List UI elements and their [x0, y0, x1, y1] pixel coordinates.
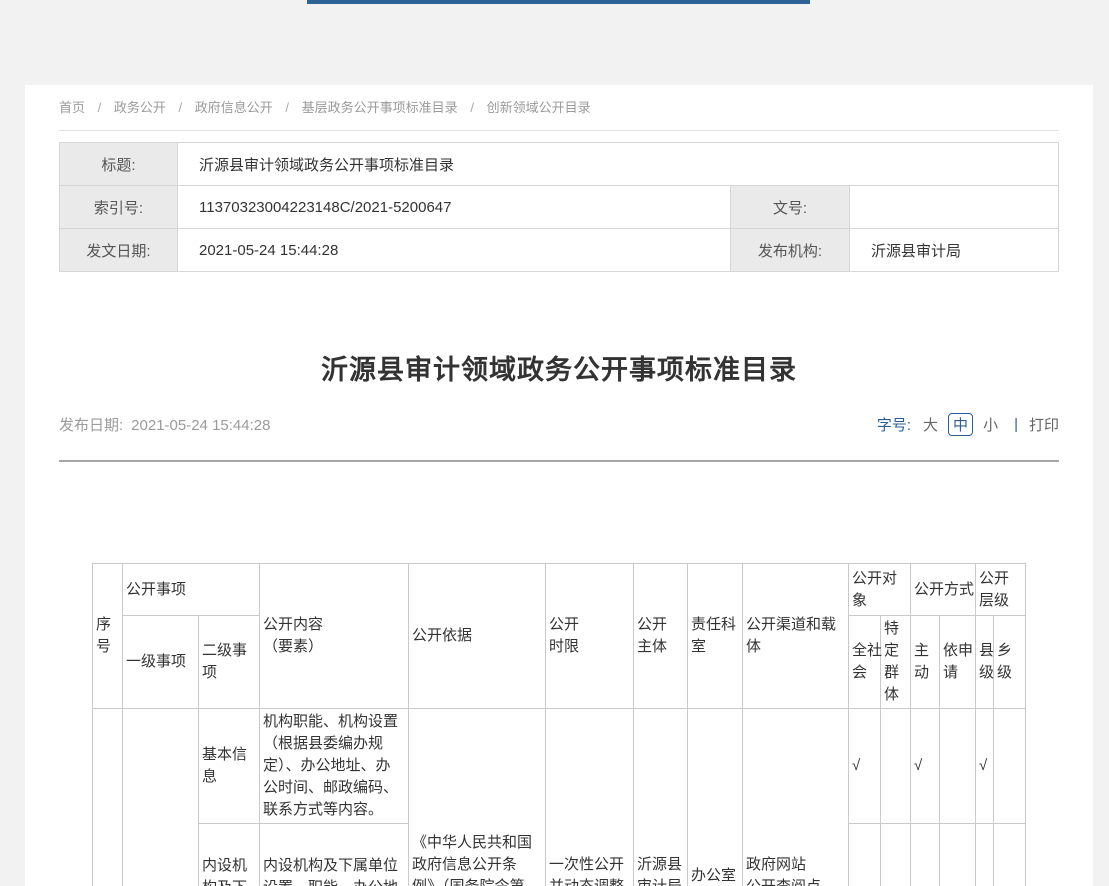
meta-docnum-value	[850, 186, 1059, 229]
table-header-row-1: 序 号 公开事项 公开内容 （要素） 公开依据 公开 时限 公开 主体 责任科 …	[93, 564, 1026, 616]
meta-row-index: 索引号: 11370323004223148C/2021-5200647 文号:	[60, 186, 1059, 229]
cell-check-on-request	[940, 709, 976, 824]
meta-title-label: 标题:	[60, 143, 178, 186]
th-method-group: 公开方式	[911, 564, 976, 616]
th-public-all: 全社 会	[849, 616, 881, 709]
cell-content-internal-org: 内设机构及下属单位 设置、职能、办公地 址、办公时间、联系 方式、负责人姓名等	[260, 824, 409, 886]
meta-index-value: 11370323004223148C/2021-5200647	[178, 186, 731, 229]
meta-agency-label: 发布机构:	[731, 229, 850, 272]
th-time-limit: 公开 时限	[546, 564, 634, 709]
cell-check-specific-group	[881, 824, 911, 886]
publish-date-label: 发布日期:	[59, 417, 123, 434]
cell-time-limit: 一次性公开 并动态调整	[546, 709, 634, 886]
publish-date-value: 2021-05-24 15:44:28	[131, 417, 270, 434]
th-township-level: 乡 级	[994, 616, 1026, 709]
breadcrumb-separator: /	[470, 100, 474, 115]
meta-docnum-label: 文号:	[731, 186, 850, 229]
th-specific-group: 特 定 群 体	[881, 616, 911, 709]
cell-level2-internal-org: 内设机 构及下 属事业 单位	[199, 824, 260, 886]
meta-agency-value: 沂源县审计局	[850, 229, 1059, 272]
cell-check-proactive: √	[911, 709, 940, 824]
page-title: 沂源县审计领域政务公开事项标准目录	[59, 348, 1059, 387]
article-divider	[59, 460, 1059, 462]
th-on-request: 依申 请	[940, 616, 976, 709]
document-meta-table: 标题: 沂源县审计领域政务公开事项标准目录 索引号: 1137032300422…	[59, 142, 1059, 272]
th-proactive: 主 动	[911, 616, 940, 709]
font-size-small-button[interactable]: 小	[983, 414, 998, 435]
cell-check-township	[994, 824, 1026, 886]
cell-channel: 政府网站 公开查阅点	[743, 709, 849, 886]
content-panel: 首页 / 政务公开 / 政府信息公开 / 基层政务公开事项标准目录 / 创新领域…	[25, 85, 1093, 886]
print-button[interactable]: 打印	[1029, 414, 1059, 435]
meta-date-value: 2021-05-24 15:44:28	[178, 229, 731, 272]
th-disclosure-item-group: 公开事项	[123, 564, 260, 616]
breadcrumb-zhengwu-gongkai[interactable]: 政务公开	[114, 100, 166, 115]
cell-basis: 《中华人民共和国 政府信息公开条 例》（国务院令第 711号）	[409, 709, 546, 886]
breadcrumb-separator: /	[285, 100, 289, 115]
breadcrumb-gov-info-disclosure[interactable]: 政府信息公开	[195, 100, 273, 115]
page: 首页 / 政务公开 / 政府信息公开 / 基层政务公开事项标准目录 / 创新领域…	[0, 0, 1109, 886]
meta-row-date: 发文日期: 2021-05-24 15:44:28 发布机构: 沂源县审计局	[60, 229, 1059, 272]
breadcrumb-separator: /	[98, 100, 102, 115]
cell-check-county: √	[976, 709, 994, 824]
meta-title-value: 沂源县审计领域政务公开事项标准目录	[178, 143, 1059, 186]
th-level-group: 公开 层级	[976, 564, 1026, 616]
breadcrumb-innovation-directory[interactable]: 创新领域公开目录	[487, 100, 591, 115]
article-info-bar: 发布日期: 2021-05-24 15:44:28 字号: 大 中 小 | 打印	[59, 413, 1059, 436]
table-row-basic-info: 基本信 息 机构职能、机构设置 （根据县委编办规 定）、办公地址、办 公时间、邮…	[93, 709, 1026, 824]
cell-check-county: √	[976, 824, 994, 886]
font-size-toolbar: 字号: 大 中 小 | 打印	[877, 413, 1059, 436]
cell-check-on-request	[940, 824, 976, 886]
cell-check-township	[994, 709, 1026, 824]
th-serial-number: 序 号	[93, 564, 123, 709]
publish-date-row: 发布日期: 2021-05-24 15:44:28	[59, 414, 270, 435]
cell-dept: 办公室	[688, 709, 743, 886]
breadcrumb-standard-directory[interactable]: 基层政务公开事项标准目录	[302, 100, 458, 115]
disclosure-directory-table: 序 号 公开事项 公开内容 （要素） 公开依据 公开 时限 公开 主体 责任科 …	[92, 563, 1026, 886]
cell-check-proactive: √	[911, 824, 940, 886]
cell-serial	[93, 709, 123, 886]
meta-date-label: 发文日期:	[60, 229, 178, 272]
th-channels-carriers: 公开渠道和载 体	[743, 564, 849, 709]
cell-level2-basic-info: 基本信 息	[199, 709, 260, 824]
th-disclosure-basis: 公开依据	[409, 564, 546, 709]
meta-index-label: 索引号:	[60, 186, 178, 229]
breadcrumb-home[interactable]: 首页	[59, 100, 85, 115]
font-size-medium-button[interactable]: 中	[948, 413, 973, 436]
th-level2-item: 二级事 项	[199, 616, 260, 709]
breadcrumb-separator: /	[179, 100, 183, 115]
cell-content-basic-info: 机构职能、机构设置 （根据县委编办规 定）、办公地址、办 公时间、邮政编码、 联…	[260, 709, 409, 824]
font-size-label: 字号:	[877, 414, 911, 435]
cell-check-public-all: √	[849, 709, 881, 824]
cell-check-specific-group	[881, 709, 911, 824]
cell-level1-item	[123, 709, 199, 886]
th-audience-group: 公开对 象	[849, 564, 911, 616]
font-size-large-button[interactable]: 大	[923, 414, 938, 435]
breadcrumb: 首页 / 政务公开 / 政府信息公开 / 基层政务公开事项标准目录 / 创新领域…	[59, 85, 1059, 131]
th-disclosure-subject: 公开 主体	[634, 564, 688, 709]
th-level1-item: 一级事项	[123, 616, 199, 709]
cell-subject: 沂源县 审计局	[634, 709, 688, 886]
th-responsible-dept: 责任科 室	[688, 564, 743, 709]
toolbar-divider: |	[1014, 416, 1018, 433]
meta-row-title: 标题: 沂源县审计领域政务公开事项标准目录	[60, 143, 1059, 186]
th-county-level: 县 级	[976, 616, 994, 709]
top-nav-bar-edge	[307, 0, 810, 4]
th-disclosure-content: 公开内容 （要素）	[260, 564, 409, 709]
cell-check-public-all: √	[849, 824, 881, 886]
